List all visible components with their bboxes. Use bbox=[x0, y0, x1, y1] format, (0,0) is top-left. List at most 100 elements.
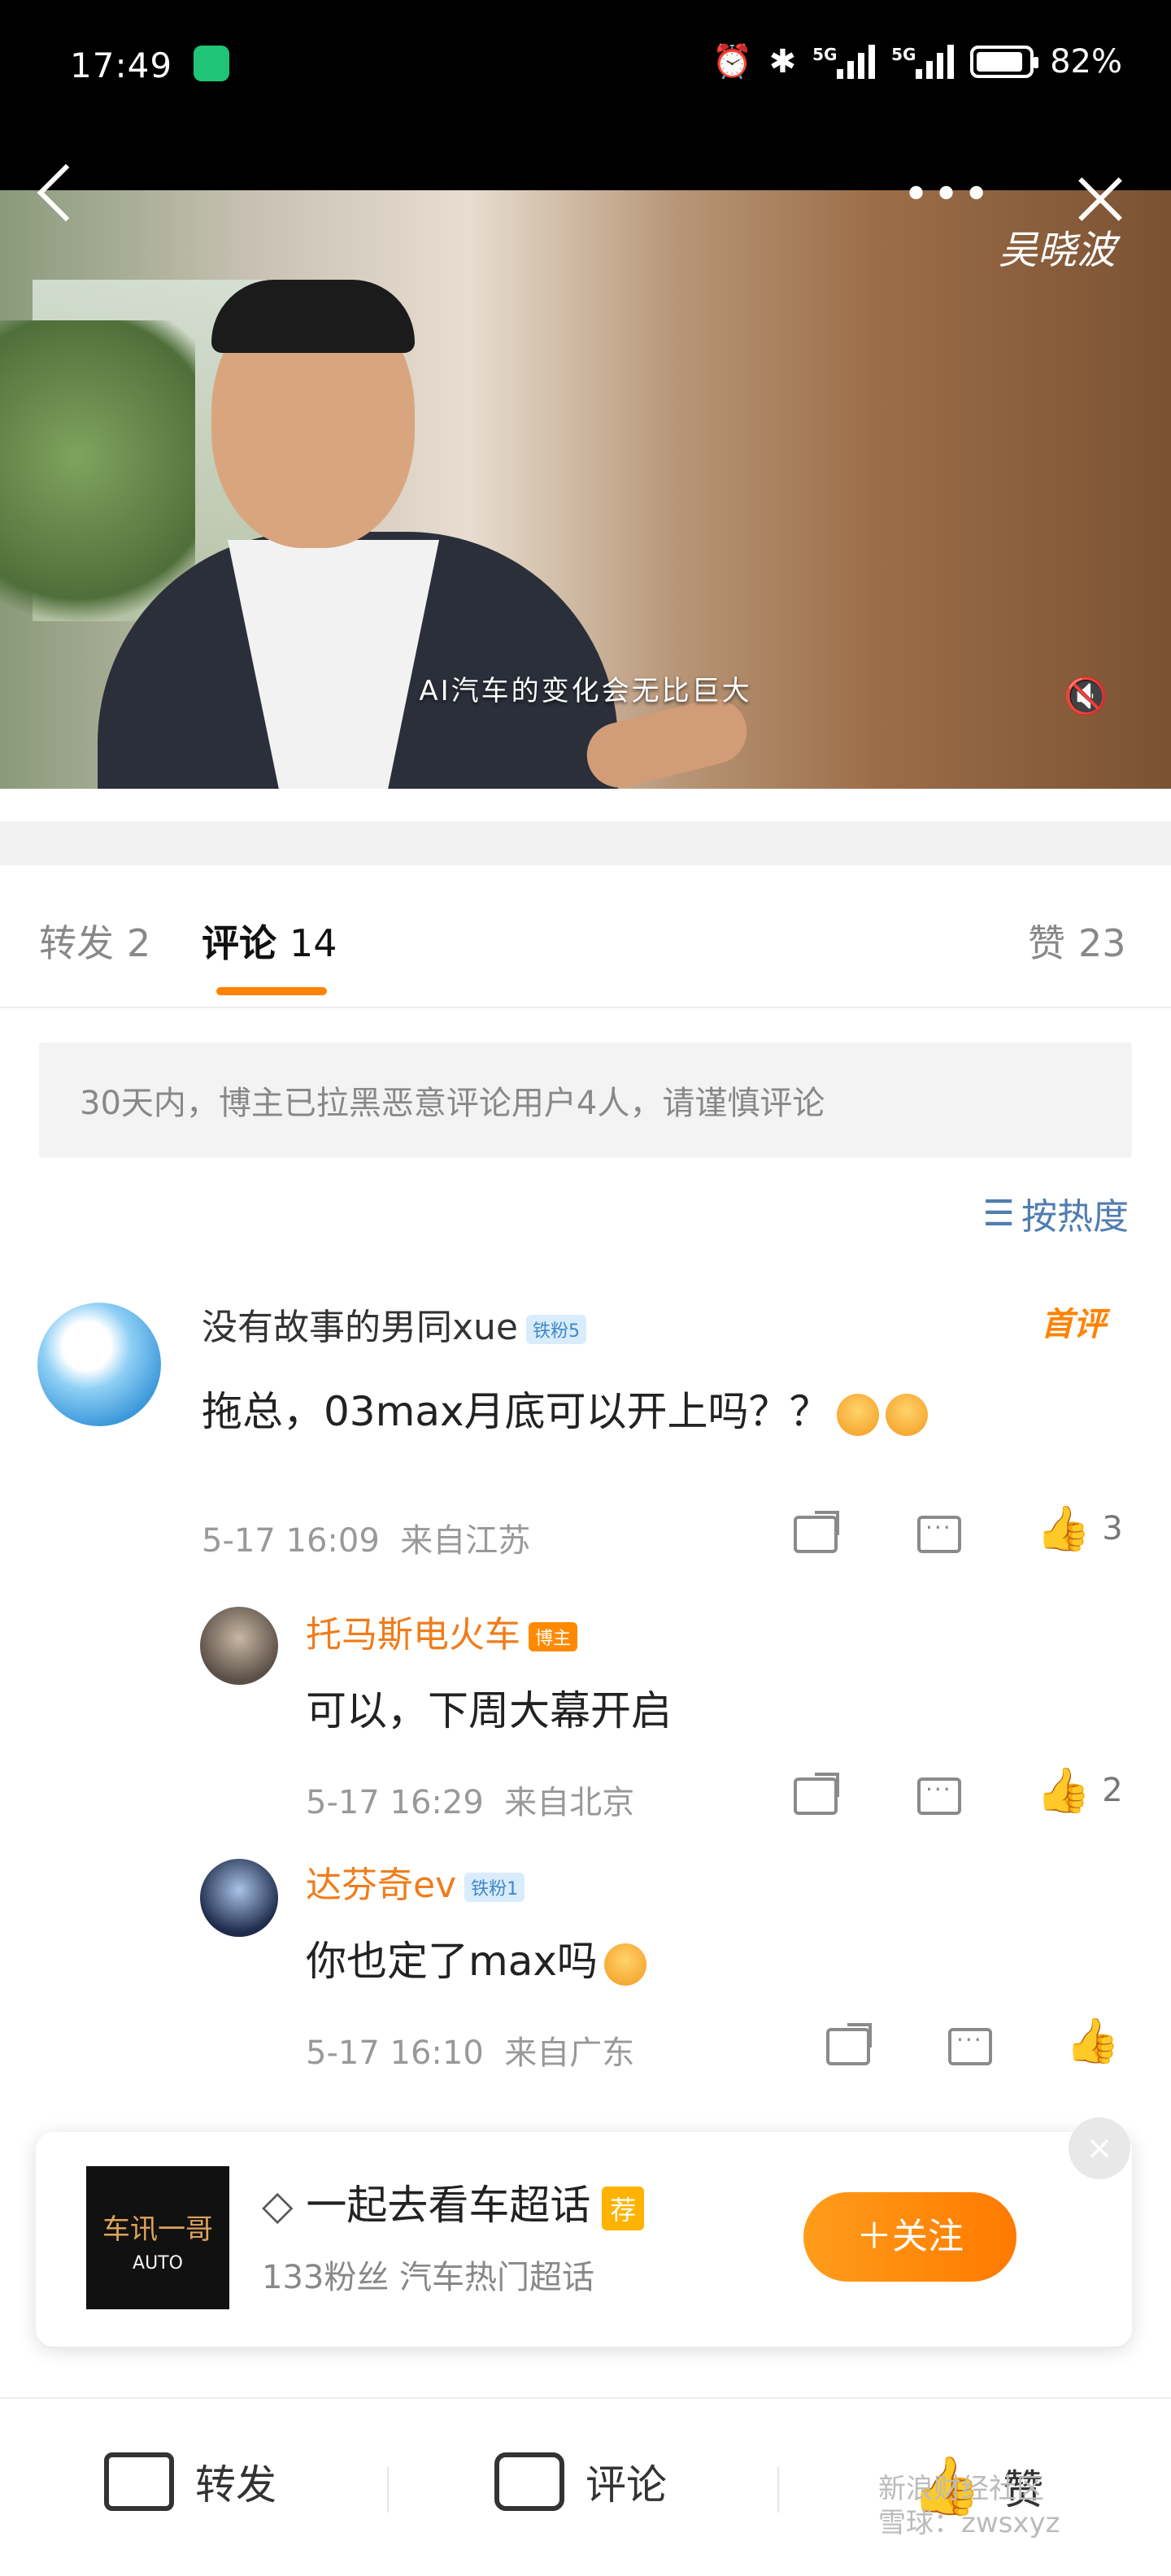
separator bbox=[777, 2467, 779, 2513]
thumbnail-text: 车讯一哥 bbox=[102, 2213, 213, 2246]
status-time: 17:49 bbox=[70, 46, 173, 85]
share-icon bbox=[794, 1510, 839, 1553]
sort-icon: ☰ bbox=[982, 1192, 1015, 1234]
tab-count: 2 bbox=[127, 921, 151, 965]
tab-count: 14 bbox=[289, 921, 337, 965]
reply-text[interactable]: 你也定了max吗 bbox=[306, 1929, 646, 1987]
comment-icon bbox=[917, 1514, 961, 1553]
network-type: 5G bbox=[812, 44, 838, 64]
fan-badge: 铁粉1 bbox=[464, 1873, 525, 1902]
share-reply-button[interactable] bbox=[826, 2021, 872, 2065]
tab-comments[interactable]: 评论 14 bbox=[202, 914, 337, 968]
like-button[interactable]: 👍 3 bbox=[1036, 1503, 1123, 1555]
reply-meta: 5-17 16:10 来自广东 bbox=[306, 2026, 634, 2073]
thumbs-up-icon: 👍 bbox=[1036, 1503, 1091, 1554]
signal-icon: 5G bbox=[812, 44, 876, 79]
repost-label: 转发 bbox=[195, 2461, 276, 2509]
tab-label: 赞 bbox=[1028, 921, 1065, 965]
avatar[interactable] bbox=[200, 1607, 278, 1685]
reply-meta: 5-17 16:29 来自北京 bbox=[306, 1776, 634, 1823]
status-bar: 17:49 ⏰ ✱ 5G 5G 82% bbox=[0, 0, 1171, 130]
comment-meta: 5-17 16:09 来自江苏 bbox=[202, 1514, 530, 1561]
comment-text[interactable]: 拖总，03max月底可以开上吗？？ bbox=[202, 1379, 928, 1438]
comment-username[interactable]: 没有故事的男同xue 铁粉5 bbox=[202, 1298, 586, 1350]
tab-likes[interactable]: 赞 23 bbox=[1028, 914, 1126, 968]
topic-title-text: 一起去看车超话 bbox=[306, 2182, 591, 2229]
reply-location: 来自广东 bbox=[504, 2034, 635, 2072]
first-comment-tag: 首评 bbox=[1041, 1306, 1106, 1343]
comment-text-content: 拖总，03max月底可以开上吗？？ bbox=[202, 1388, 830, 1435]
tab-label: 转发 bbox=[39, 921, 114, 965]
tab-count: 23 bbox=[1078, 921, 1126, 965]
fan-badge: 铁粉5 bbox=[526, 1315, 586, 1344]
reply-like-button[interactable]: 👍 2 bbox=[1036, 1764, 1123, 1817]
reply-time: 5-17 16:29 bbox=[306, 1784, 484, 1821]
battery-percent: 82% bbox=[1050, 42, 1122, 80]
comment-icon bbox=[917, 1776, 961, 1815]
thumbnail-subtext: AUTO bbox=[133, 2253, 183, 2274]
comment-icon bbox=[494, 2452, 564, 2511]
follow-button[interactable]: ＋关注 bbox=[803, 2192, 1016, 2282]
avatar[interactable] bbox=[200, 1859, 278, 1937]
recommend-badge: 荐 bbox=[602, 2186, 645, 2230]
app-notification-icon bbox=[194, 46, 229, 81]
bluetooth-icon: ✱ bbox=[768, 42, 797, 80]
reply-button[interactable] bbox=[917, 1509, 961, 1553]
watermark: 新浪财经社区 雪球：zwsxyz bbox=[878, 2472, 1060, 2540]
super-topic-card[interactable]: 车讯一哥 AUTO ◇ 一起去看车超话荐 133粉丝 汽车热门超话 ＋关注 × bbox=[36, 2117, 1132, 2347]
like-count: 3 bbox=[1102, 1509, 1123, 1547]
video-subtitle: AI汽车的变化会无比巨大 bbox=[419, 675, 752, 707]
tab-label: 评论 bbox=[202, 921, 276, 965]
topic-subtitle: 133粉丝 汽车热门超话 bbox=[262, 2259, 595, 2296]
sort-label: 按热度 bbox=[1021, 1196, 1129, 1238]
username-text: 达芬奇ev bbox=[306, 1865, 457, 1906]
comment-button[interactable]: 评论 bbox=[494, 2452, 667, 2511]
topic-title[interactable]: ◇ 一起去看车超话荐 bbox=[262, 2173, 645, 2231]
reply-username[interactable]: 托马斯电火车 博主 bbox=[306, 1605, 578, 1657]
signal-icon-2: 5G bbox=[891, 44, 955, 79]
comment-time: 5-17 16:09 bbox=[202, 1522, 380, 1560]
alarm-icon: ⏰ bbox=[712, 43, 753, 80]
emoji-icon bbox=[836, 1393, 879, 1436]
mute-icon[interactable]: 🔇 bbox=[1064, 675, 1108, 717]
avatar[interactable] bbox=[37, 1303, 161, 1426]
share-reply-button[interactable] bbox=[794, 1771, 839, 1815]
repost-button[interactable]: 转发 bbox=[104, 2452, 276, 2511]
author-badge: 博主 bbox=[529, 1622, 578, 1651]
watermark-line1: 新浪财经社区 bbox=[878, 2473, 1044, 2505]
network-type-2: 5G bbox=[891, 44, 916, 64]
share-comment-button[interactable] bbox=[794, 1509, 839, 1553]
more-icon[interactable]: ••• bbox=[903, 172, 993, 218]
reply-like-button[interactable]: 👍 bbox=[1065, 2015, 1131, 2067]
sort-button[interactable]: ☰ 按热度 bbox=[983, 1187, 1129, 1239]
reply-to-reply-button[interactable] bbox=[917, 1771, 961, 1815]
video-player[interactable]: AI汽车的变化会无比巨大 ••• 吴晓波 🔇 bbox=[0, 130, 1171, 789]
watermark-line2: 雪球：zwsxyz bbox=[878, 2507, 1060, 2539]
tab-bar: 转发 2 评论 14 赞 23 bbox=[0, 865, 1171, 1008]
tab-active-indicator bbox=[216, 987, 327, 995]
separator bbox=[387, 2467, 389, 2513]
reply-text-content: 你也定了max吗 bbox=[306, 1938, 598, 1985]
dog-emoji-icon bbox=[603, 1943, 646, 1986]
reply-to-reply-button[interactable] bbox=[948, 2021, 992, 2065]
reply-username[interactable]: 达芬奇ev 铁粉1 bbox=[306, 1856, 525, 1908]
status-icons: ⏰ ✱ 5G 5G 82% bbox=[712, 42, 1122, 81]
close-card-icon[interactable]: × bbox=[1069, 2117, 1130, 2179]
battery-icon bbox=[970, 45, 1039, 78]
video-logo: 吴晓波 bbox=[999, 228, 1117, 273]
username-text: 托马斯电火车 bbox=[306, 1614, 520, 1656]
comment-notice: 30天内，博主已拉黑恶意评论用户4人，请谨慎评论 bbox=[39, 1042, 1132, 1158]
thumbs-up-icon: 👍 bbox=[1065, 2015, 1121, 2066]
topic-thumbnail: 车讯一哥 AUTO bbox=[86, 2166, 229, 2309]
tab-repost[interactable]: 转发 2 bbox=[39, 914, 150, 968]
video-person-hair bbox=[211, 280, 415, 353]
reply-text[interactable]: 可以，下周大幕开启 bbox=[306, 1678, 672, 1737]
share-icon bbox=[794, 1772, 839, 1815]
reply-time: 5-17 16:10 bbox=[306, 2034, 484, 2072]
section-divider bbox=[0, 821, 1171, 865]
comment-label: 评论 bbox=[586, 2461, 667, 2509]
diamond-icon: ◇ bbox=[262, 2182, 294, 2229]
username-text: 没有故事的男同xue bbox=[202, 1307, 518, 1348]
reply-location: 来自北京 bbox=[504, 1784, 635, 1821]
comment-location: 来自江苏 bbox=[400, 1522, 531, 1560]
